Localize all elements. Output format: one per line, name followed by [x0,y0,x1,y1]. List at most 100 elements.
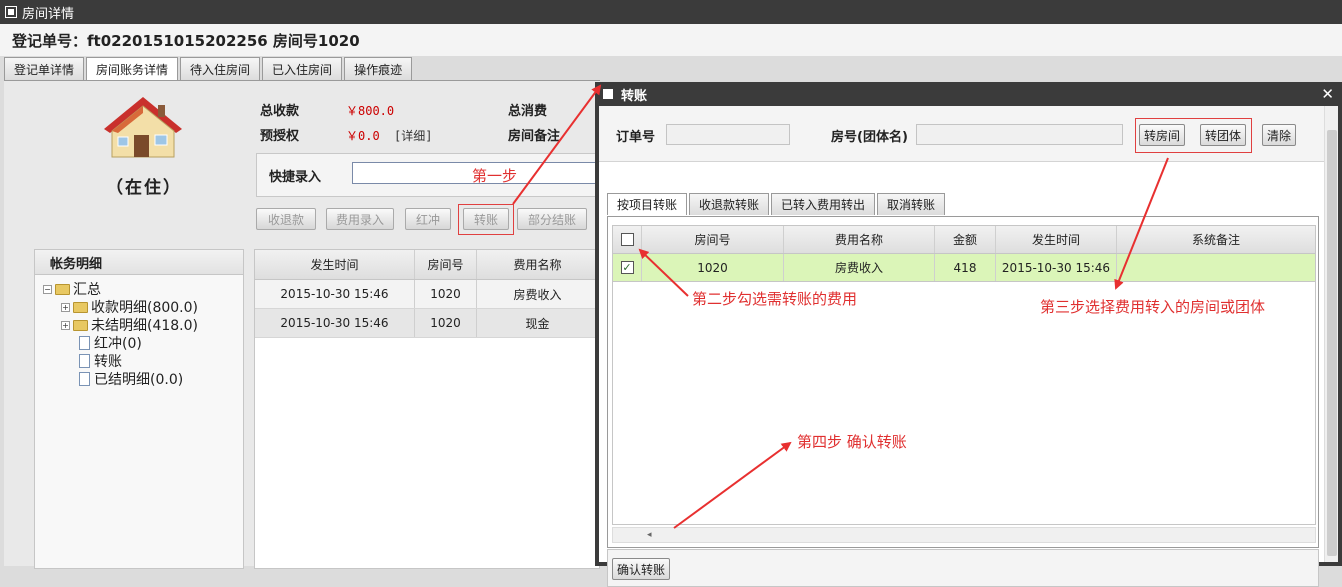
room-note-label: 房间备注 [508,129,561,144]
horizontal-scrollbar[interactable]: ◂ [612,527,1316,543]
row-checkbox[interactable]: ✓ [620,261,634,274]
column-header[interactable]: 费用名称 [784,226,935,253]
tab-refund-transfer[interactable]: 收退款转账 [689,193,770,215]
left-grid-header: 发生时间 房间号 费用名称 [255,250,599,280]
table-cell: 房费收入 [784,254,935,281]
tree-root-label: 汇总 [73,282,101,298]
transfer-group-button[interactable]: 转团体 [1200,124,1246,146]
tree-item-label: 转账 [94,354,122,370]
tree-item-transfer[interactable]: 转账 [79,352,122,370]
preauth-label: 预授权 [260,129,300,144]
main-tabs: 登记单详情 房间账务详情 待入住房间 已入住房间 操作痕迹 [4,57,413,80]
tab-transfer-by-item[interactable]: 按项目转账 [607,193,688,215]
transfer-grid: 房间号 费用名称 金额 发生时间 系统备注 ✓ 1020 房费收入 418 20… [612,225,1316,525]
window-title: 房间详情 [22,6,75,22]
clear-button[interactable]: 清除 [1262,124,1296,146]
dialog-footer: 确认转账 [607,549,1319,587]
table-cell: 房费收入 [477,280,599,308]
tab-operation-log[interactable]: 操作痕迹 [344,57,413,80]
quick-entry-panel: 快捷录入 [256,153,612,197]
total-income-value: ￥800.0 [346,104,395,118]
total-consume-label: 总消费 [508,104,548,119]
dialog-titlebar: 转账 [595,82,1342,106]
table-cell: 2015-10-30 15:46 [996,254,1117,281]
document-icon [79,354,90,368]
page-title: 登记单号：ft0220151015202256 房间号1020 [0,24,1342,56]
scrollbar-thumb[interactable] [1327,130,1337,556]
expand-icon[interactable]: + [61,302,70,312]
house-icon [98,93,188,163]
tab-checked-in[interactable]: 已入住房间 [262,57,343,80]
order-number-field[interactable] [666,124,790,145]
transfer-dialog: 转账 ✕ 订单号 房号(团体名) 转房间 转团体 清除 按项目转账 收退款转账 … [595,82,1342,587]
tree-item-label: 未结明细(418.0) [91,318,199,334]
table-cell: 现金 [477,309,599,337]
document-icon [79,336,90,350]
account-tree-panel: 帐务明细 − 汇总 + 收款明细(800.0) + 未结明细(418.0) 红冲… [34,249,244,569]
partial-checkout-button[interactable]: 部分结账 [517,208,587,230]
table-cell: 1020 [415,280,477,308]
column-header[interactable]: 房间号 [642,226,784,253]
transfer-room-button[interactable]: 转房间 [1139,124,1185,146]
dialog-body: 订单号 房号(团体名) 转房间 转团体 清除 按项目转账 收退款转账 已转入费用… [599,106,1338,587]
folder-icon [73,319,88,331]
annotation-step3: 第三步选择费用转入的房间或团体 [1040,298,1266,316]
window-icon [5,6,17,18]
tab-room-account-detail[interactable]: 房间账务详情 [86,57,179,80]
room-group-label: 房号(团体名) [831,130,908,145]
transfer-button[interactable]: 转账 [463,208,509,230]
room-group-field[interactable] [916,124,1123,145]
collapse-icon[interactable]: − [43,284,52,294]
preauth-value: ￥0.0 [346,129,380,143]
tab-pending-checkin[interactable]: 待入住房间 [180,57,261,80]
table-row[interactable]: 2015-10-30 15:46 1020 房费收入 [255,280,599,309]
column-header[interactable]: 发生时间 [996,226,1117,253]
quick-entry-label: 快捷录入 [269,170,322,185]
tab-registration-detail[interactable]: 登记单详情 [4,57,85,80]
table-cell: 418 [935,254,996,281]
vertical-scrollbar[interactable] [1324,106,1338,562]
tree-item-label: 已结明细(0.0) [94,372,184,388]
document-icon [79,372,90,386]
confirm-transfer-button[interactable]: 确认转账 [612,558,670,580]
main-panel: （在住） 总收款 ￥800.0 预授权 ￥0.0 [详细] 总消费 房间备注 快… [4,80,612,569]
column-header[interactable]: 费用名称 [477,250,599,279]
expand-icon[interactable]: + [61,320,70,330]
red-reversal-button[interactable]: 红冲 [405,208,451,230]
column-header[interactable]: 系统备注 [1117,226,1315,253]
transfer-grid-header: 房间号 费用名称 金额 发生时间 系统备注 [613,226,1315,254]
column-header[interactable]: 发生时间 [255,250,415,279]
row-select-cell: ✓ [613,254,642,281]
total-income-label: 总收款 [260,104,300,119]
select-all-cell [613,226,642,253]
transfer-grid-panel: 房间号 费用名称 金额 发生时间 系统备注 ✓ 1020 房费收入 418 20… [607,216,1319,548]
table-cell: 1020 [415,309,477,337]
tree-item-label: 红冲(0) [94,336,142,352]
order-number-label: 订单号 [616,130,656,145]
table-row[interactable]: 2015-10-30 15:46 1020 现金 [255,309,599,338]
column-header[interactable]: 金额 [935,226,996,253]
tree-item-red-reversal[interactable]: 红冲(0) [79,334,142,352]
column-header[interactable]: 房间号 [415,250,477,279]
refund-button[interactable]: 收退款 [256,208,316,230]
left-transactions-grid: 发生时间 房间号 费用名称 2015-10-30 15:46 1020 房费收入… [254,249,600,569]
table-cell [1117,254,1315,281]
table-row[interactable]: ✓ 1020 房费收入 418 2015-10-30 15:46 [613,254,1315,282]
preauth-detail-link[interactable]: [详细] [394,127,432,144]
tree-item-unsettled[interactable]: + 未结明细(418.0) [61,316,198,334]
dialog-icon [603,89,613,99]
tab-cancel-transfer[interactable]: 取消转账 [877,193,946,215]
tree-item-receipts[interactable]: + 收款明细(800.0) [61,298,198,316]
annotation-step2: 第二步勾选需转账的费用 [692,290,858,308]
close-icon[interactable]: ✕ [1321,85,1334,103]
tree-item-settled[interactable]: 已结明细(0.0) [79,370,183,388]
annotation-step1: 第一步 [472,167,518,185]
tree-root-summary[interactable]: − 汇总 [43,280,101,298]
tab-transferred-out[interactable]: 已转入费用转出 [771,193,876,215]
select-all-checkbox[interactable] [620,233,634,246]
expense-entry-button[interactable]: 费用录入 [326,208,394,230]
annotation-step4: 第四步 确认转账 [797,433,907,451]
folder-icon [73,301,88,313]
table-cell: 2015-10-30 15:46 [255,309,415,337]
dialog-title: 转账 [621,88,648,104]
